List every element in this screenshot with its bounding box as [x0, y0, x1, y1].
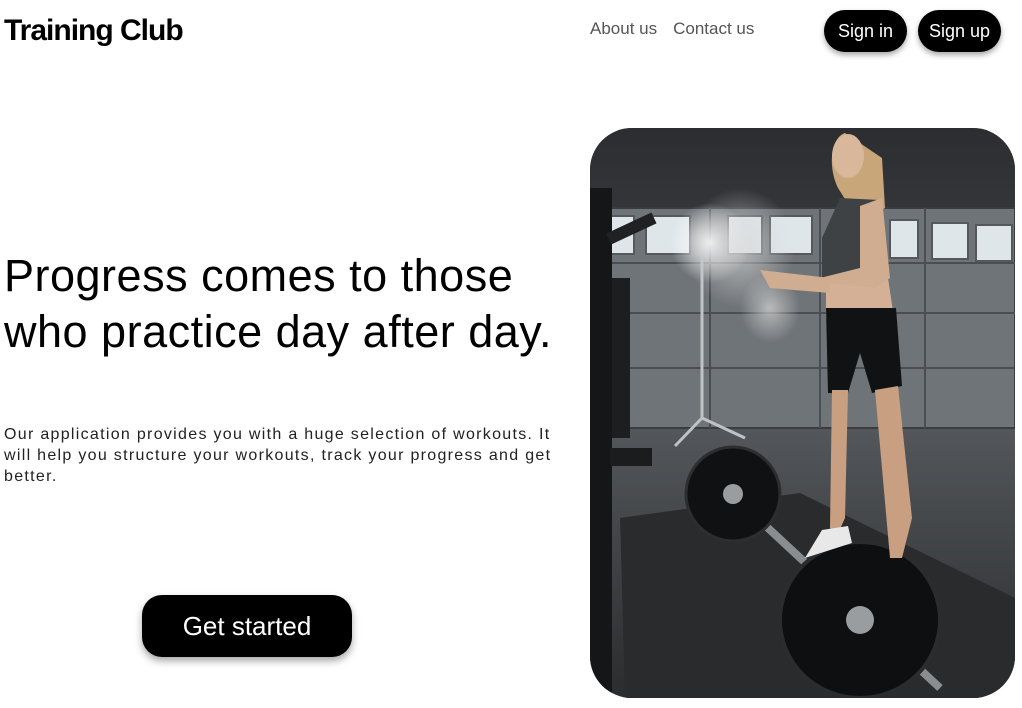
sign-up-button[interactable]: Sign up	[918, 10, 1001, 52]
get-started-button[interactable]: Get started	[142, 595, 352, 657]
hero-description: Our application provides you with a huge…	[4, 426, 552, 485]
brand-logo[interactable]: Training Club	[4, 14, 184, 48]
top-nav: About us Contact us	[590, 19, 754, 39]
sign-in-button[interactable]: Sign in	[824, 10, 907, 52]
hero-image	[590, 128, 1015, 698]
gym-photo-illustration	[590, 128, 1015, 698]
nav-contact-us[interactable]: Contact us	[673, 19, 754, 39]
hero-headline: Progress comes to those who practice day…	[4, 250, 552, 357]
nav-about-us[interactable]: About us	[590, 19, 657, 39]
